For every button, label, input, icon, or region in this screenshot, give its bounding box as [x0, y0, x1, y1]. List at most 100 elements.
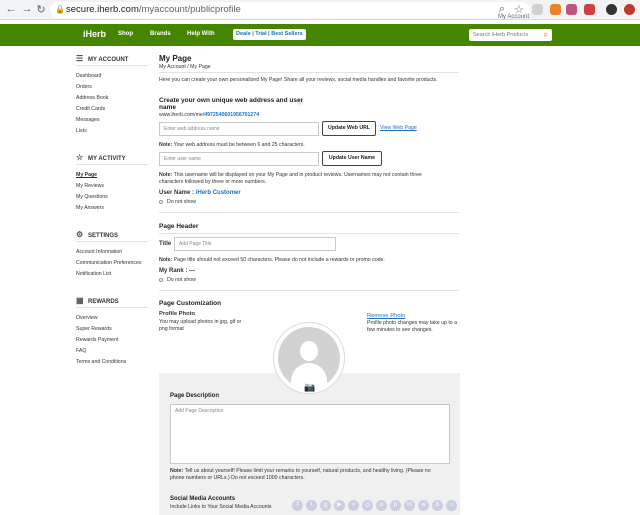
site-nav: iHerb Shop Brands Help With Deals | Tria… — [0, 24, 640, 46]
sidebar-item-messages[interactable]: Messages — [76, 117, 100, 123]
url-path: /myaccount/publicprofile — [138, 4, 241, 15]
brands-menu[interactable]: Brands — [150, 31, 171, 37]
avatar-placeholder-icon — [278, 327, 340, 389]
web-note: Note: Your web address must be between 6… — [159, 142, 305, 148]
sidebar-item-orders[interactable]: Orders — [76, 84, 92, 90]
sidebar-item-terms[interactable]: Terms and Conditions — [76, 359, 126, 365]
menu-icon[interactable] — [624, 4, 635, 15]
sidebar-item-my-page[interactable]: My Page — [76, 172, 97, 178]
profile-photo[interactable]: 📷 — [273, 322, 345, 394]
shop-menu[interactable]: Shop — [118, 31, 133, 37]
twitter-icon[interactable]: t — [306, 500, 317, 511]
update-user-name-button[interactable]: Update User Name — [322, 151, 382, 166]
search-placeholder: Search iHerb Products — [473, 32, 529, 38]
user-note-cont: characters followed by three or more num… — [159, 179, 267, 185]
lock-icon: 🔒 — [55, 5, 65, 14]
web-address-heading-2: name — [159, 104, 176, 111]
google-plus-icon[interactable]: g — [320, 500, 331, 511]
social-media-sub: Include Links to Your Social Media Accou… — [170, 504, 272, 510]
linkedin-icon[interactable]: in — [404, 500, 415, 511]
update-web-url-button[interactable]: Update Web URL — [322, 121, 376, 136]
breadcrumb[interactable]: My Account / My Page — [159, 64, 211, 70]
do-not-show-radio[interactable] — [159, 200, 163, 204]
rank-do-not-show-radio[interactable] — [159, 278, 163, 282]
description-note: Note: Tell us about yourself! Please lim… — [170, 468, 431, 474]
star-icon: ☆ — [76, 153, 84, 162]
trial-link[interactable]: Trial — [255, 31, 266, 37]
page-header-heading: Page Header — [159, 223, 199, 230]
extension-icon[interactable] — [550, 4, 561, 15]
view-web-page-link[interactable]: View Web Page — [380, 125, 417, 131]
back-arrow-icon[interactable]: ← — [4, 3, 18, 15]
photo-help: You may upload photos in jpg, gif or — [159, 319, 242, 325]
sidebar-item-notification-list[interactable]: Notification List — [76, 271, 111, 277]
url-host: secure.iherb.com — [66, 4, 139, 15]
deals-link[interactable]: Deals — [236, 31, 251, 37]
reload-icon[interactable]: ↻ — [34, 3, 48, 16]
extension-icon[interactable] — [584, 4, 595, 15]
youtube-icon[interactable]: ▶ — [334, 500, 345, 511]
sidebar-item-account-information[interactable]: Account Information — [76, 249, 122, 255]
user-name-display: User Name : iHerb Customer — [159, 190, 241, 196]
facebook-icon[interactable]: f — [292, 500, 303, 511]
sidebar-item-dashboard[interactable]: Dashboard — [76, 73, 101, 79]
weibo-icon[interactable]: w — [418, 500, 429, 511]
product-search-input[interactable]: Search iHerb Products ⌕ — [469, 29, 552, 41]
remove-photo-link[interactable]: Remove Photo — [367, 313, 405, 319]
web-address-input[interactable]: Enter web address name — [159, 122, 319, 136]
sidebar-item-credit-cards[interactable]: Credit Cards — [76, 106, 105, 112]
web-address-heading: Create your own unique web address and u… — [159, 97, 304, 104]
profile-photo-label: Profile Photo — [159, 311, 196, 317]
list-icon: ☰ — [76, 54, 84, 63]
title-note: Note: Page title should not exceed 50 ch… — [159, 257, 385, 263]
do-not-show-label: Do not show — [167, 199, 196, 205]
sidebar-item-address-book[interactable]: Address Book — [76, 95, 108, 101]
social-media-heading: Social Media Accounts — [170, 496, 236, 502]
photo-note-cont: few minutes to see changes. — [367, 327, 433, 333]
gift-icon: ▦ — [76, 296, 84, 305]
blog-icon[interactable]: b — [432, 500, 443, 511]
sidebar-item-my-questions[interactable]: My Questions — [76, 194, 108, 200]
best-sellers-link[interactable]: Best Sellers — [271, 31, 303, 37]
rank-do-not-show-label: Do not show — [167, 277, 196, 283]
rewards-header: ▦ REWARDS — [76, 296, 119, 305]
page-customization-heading: Page Customization — [159, 300, 222, 307]
profile-url[interactable]: www.iherb.com/me/4972540601956701274 — [159, 112, 259, 118]
sidebar-item-communication-preferences[interactable]: Communication Preferences — [76, 260, 141, 266]
user-name-input[interactable]: Enter user name — [159, 152, 319, 166]
ok-icon[interactable]: o — [376, 500, 387, 511]
page-title-input[interactable]: Add Page Title — [174, 237, 336, 251]
forward-arrow-icon[interactable]: → — [20, 3, 34, 15]
pinterest-icon[interactable]: p — [390, 500, 401, 511]
my-account-header: ☰ MY ACCOUNT — [76, 54, 129, 63]
help-menu[interactable]: Help With — [187, 31, 215, 37]
sidebar-item-rewards-payment[interactable]: Rewards Payment — [76, 337, 118, 343]
sidebar-item-overview[interactable]: Overview — [76, 315, 98, 321]
sidebar-item-my-answers[interactable]: My Answers — [76, 205, 104, 211]
sidebar-item-faq[interactable]: FAQ — [76, 348, 86, 354]
vk-icon[interactable]: v — [348, 500, 359, 511]
instagram-icon[interactable]: ◎ — [362, 500, 373, 511]
description-note-cont: phone numbers or URLs.) Do not exceed 10… — [170, 475, 305, 481]
page-description-heading: Page Description — [170, 393, 220, 399]
rank-display: My Rank : — — [159, 268, 196, 274]
website-icon[interactable]: ⌂ — [446, 500, 457, 511]
search-icon[interactable]: ⌕ — [544, 29, 548, 41]
intro-text: Here you can create your own personalize… — [159, 77, 438, 83]
photo-note: Profile photo changes may take up to a — [367, 320, 457, 326]
extension-icon[interactable] — [566, 4, 577, 15]
profile-avatar[interactable] — [606, 4, 617, 15]
sidebar-item-my-reviews[interactable]: My Reviews — [76, 183, 104, 189]
my-activity-header: ☆ MY ACTIVITY — [76, 153, 126, 162]
iherb-logo[interactable]: iHerb — [83, 29, 106, 39]
sidebar-item-lists[interactable]: Lists — [76, 128, 87, 134]
camera-icon[interactable]: 📷 — [304, 382, 315, 393]
page-title: My Page — [159, 54, 192, 63]
photo-help-cont: png format — [159, 326, 184, 332]
my-account-link[interactable]: My Account — [498, 14, 529, 20]
site-top-strip: My Account — [300, 14, 540, 22]
page-description-input[interactable]: Add Page Description — [170, 404, 450, 464]
info-icon[interactable]: ⓘ — [297, 98, 303, 107]
sidebar-item-super-rewards[interactable]: Super Rewards — [76, 326, 112, 332]
quick-links: Deals | Trial | Best Sellers — [233, 29, 306, 40]
